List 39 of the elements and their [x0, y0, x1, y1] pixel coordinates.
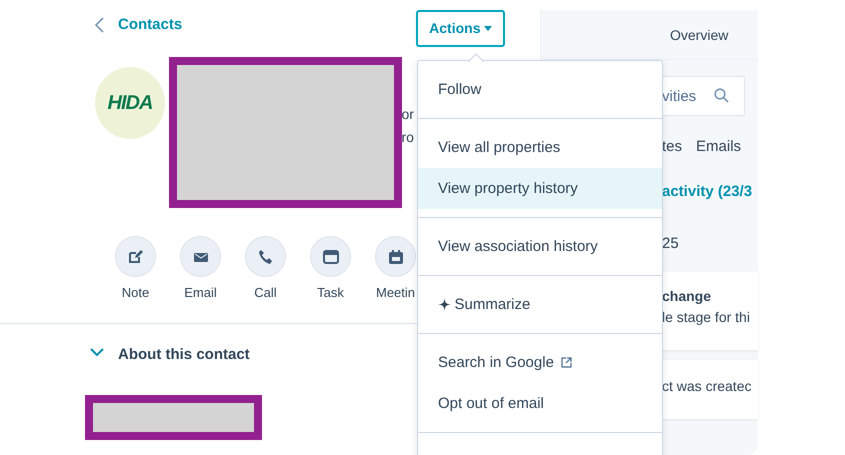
- search-icon: [714, 88, 729, 103]
- menu-item[interactable]: Opt out of email: [418, 383, 662, 424]
- action-label: Call: [254, 284, 277, 302]
- menu-item[interactable]: View property history: [418, 168, 662, 209]
- pencil-icon: [126, 248, 144, 266]
- action-label: Meetin: [376, 284, 416, 302]
- actions-button[interactable]: Actions: [416, 10, 505, 47]
- action-label: Email: [184, 284, 217, 302]
- menu-item[interactable]: Summarize: [418, 284, 662, 325]
- email-action-button[interactable]: [180, 236, 221, 277]
- card-text: le stage for thi: [662, 308, 751, 327]
- meeting-action-button[interactable]: [375, 236, 416, 277]
- activity-tab[interactable]: tes: [662, 136, 682, 158]
- caret-icon: [484, 26, 492, 31]
- calendar-icon: [386, 248, 404, 266]
- menu-item[interactable]: View all properties: [418, 127, 662, 168]
- overview-tab[interactable]: Overview: [670, 27, 728, 43]
- card-text: ct was createc: [662, 376, 752, 396]
- call-action-button[interactable]: [245, 236, 286, 277]
- back-link[interactable]: Contacts: [95, 14, 182, 36]
- section-title: About this contact: [118, 345, 250, 365]
- menu-item[interactable]: View association history: [418, 226, 662, 267]
- name-fragment: or: [402, 105, 414, 124]
- task-action-button[interactable]: [310, 236, 351, 277]
- menu-item[interactable]: Search in Google: [418, 342, 662, 383]
- phone-icon: [256, 248, 274, 266]
- window-icon: [322, 248, 340, 266]
- activity-tab[interactable]: Emails: [696, 136, 742, 158]
- logo-text: HIDA: [108, 91, 152, 116]
- name-fragment: ro: [402, 128, 414, 147]
- sparkle-icon: [438, 298, 451, 311]
- card-title: change: [662, 286, 712, 306]
- activity-heading: activity (23/3: [662, 182, 752, 200]
- action-label: Note: [122, 284, 150, 302]
- action-label: Task: [317, 284, 344, 302]
- back-icon: [95, 16, 104, 33]
- note-action-button[interactable]: [115, 236, 156, 277]
- external-link-icon: [560, 357, 572, 368]
- date-text: 25: [662, 235, 679, 252]
